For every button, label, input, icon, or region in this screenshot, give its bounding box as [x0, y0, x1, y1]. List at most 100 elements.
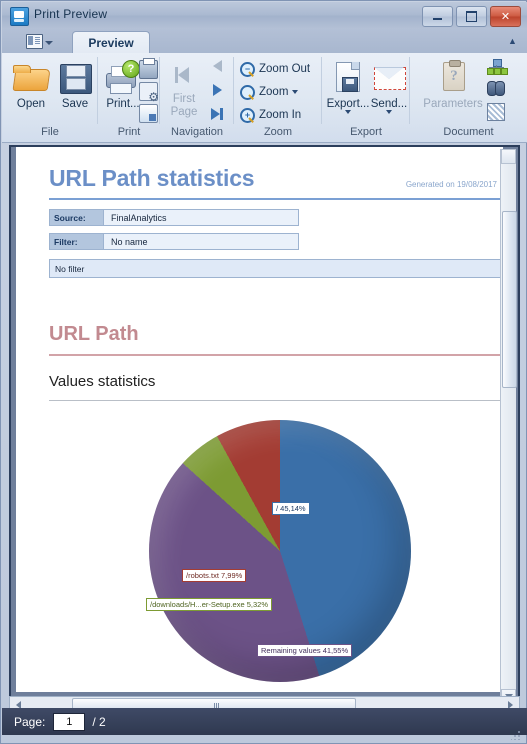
- group-label-zoom: Zoom: [263, 126, 293, 138]
- group-label-document: Document: [443, 126, 494, 138]
- collapse-ribbon-button[interactable]: ▲: [504, 33, 521, 49]
- report-title: URL Path statistics: [49, 165, 255, 191]
- parameters-button[interactable]: Parameters: [423, 57, 483, 123]
- group-label-navigation: Navigation: [171, 126, 223, 138]
- maximize-icon: [466, 11, 477, 22]
- parameters-button-label: Parameters: [423, 98, 483, 110]
- group-label-export: Export: [350, 126, 382, 138]
- open-button[interactable]: Open: [8, 57, 54, 123]
- close-icon: ✕: [500, 10, 511, 23]
- page-label: Page:: [14, 714, 46, 729]
- send-button-label: Send...: [370, 98, 408, 110]
- export-button[interactable]: Export...: [326, 57, 370, 123]
- next-page-icon: [212, 84, 222, 96]
- quick-print-button[interactable]: [136, 58, 158, 79]
- first-page-label-text: First Page: [170, 93, 198, 118]
- page-setup-gear-icon: [139, 82, 159, 104]
- print-button-label: Print...: [106, 98, 140, 110]
- document-map-button[interactable]: [484, 57, 508, 78]
- print-preview-icon: [10, 7, 29, 26]
- pie-label-downloads: /downloads/H...er-Setup.exe 5,32%: [146, 598, 272, 611]
- title-bar: Print Preview ✕: [2, 2, 527, 30]
- open-button-label: Open: [16, 98, 46, 110]
- send-mail-icon: [370, 59, 408, 97]
- ribbon-group-print: ? Print... Print: [98, 53, 160, 142]
- scroll-up-button[interactable]: [501, 149, 516, 164]
- first-page-button[interactable]: [164, 61, 200, 89]
- ribbon-group-navigation: First Page Navigation: [160, 53, 234, 142]
- source-field-label: Source:: [49, 209, 104, 226]
- generated-on-text: Generated on 19/08/2017: [405, 180, 497, 189]
- print-preview-window: Print Preview ✕ Preview ▲ Open Save File…: [0, 0, 527, 744]
- zoom-in-icon: +: [240, 107, 255, 123]
- vertical-scroll-thumb[interactable]: [502, 211, 517, 388]
- watermark-button[interactable]: [484, 101, 506, 122]
- document-page: URL Path statistics Generated on 19/08/2…: [16, 147, 503, 692]
- vertical-scrollbar[interactable]: [500, 149, 517, 704]
- group-label-file: File: [41, 126, 59, 138]
- page-total-label: / 2: [92, 714, 106, 729]
- zoom-out-button[interactable]: − Zoom Out: [240, 59, 310, 79]
- pie-chart: / 45,14% /robots.txt 7,99% /downloads/H.…: [146, 420, 417, 688]
- pie-label-remaining: Remaining values 41,55%: [257, 644, 353, 657]
- minimize-button[interactable]: [422, 6, 453, 27]
- group-label-print: Print: [117, 126, 141, 138]
- pie-label-robots: /robots.txt 7,99%: [182, 569, 247, 582]
- source-field-value: FinalAnalytics: [104, 209, 299, 226]
- zoom-button[interactable]: Zoom: [240, 82, 299, 102]
- zoom-out-label: Zoom Out: [259, 63, 311, 75]
- chevron-down-icon[interactable]: [292, 90, 299, 94]
- window-title: Print Preview: [34, 7, 108, 21]
- title-divider: [49, 198, 503, 200]
- floppy-disk-icon: [56, 59, 94, 97]
- chevron-down-icon[interactable]: [345, 110, 351, 114]
- ribbon-group-file: Open Save File: [2, 53, 98, 142]
- scale-icon: [139, 104, 158, 123]
- subsection-title: Values statistics: [49, 373, 156, 390]
- watermark-icon: [487, 103, 505, 121]
- export-document-icon: [329, 59, 367, 97]
- parameters-clipboard-icon: [434, 59, 472, 97]
- send-button[interactable]: Send...: [368, 57, 410, 123]
- chevron-down-icon[interactable]: [386, 110, 392, 114]
- subsection-divider: [49, 400, 503, 401]
- tab-preview[interactable]: Preview: [72, 31, 150, 53]
- quick-access-toolbar[interactable]: [26, 32, 53, 50]
- zoom-label: Zoom: [259, 86, 289, 98]
- zoom-in-button[interactable]: + Zoom In: [240, 105, 301, 125]
- chevron-down-icon[interactable]: [45, 41, 53, 45]
- open-folder-icon: [12, 59, 50, 97]
- find-binoculars-icon: [487, 81, 505, 96]
- ribbon-group-document: Parameters Document: [410, 53, 527, 142]
- filter-note: No filter: [49, 259, 503, 278]
- minimize-icon: [433, 18, 442, 20]
- scale-button[interactable]: [136, 102, 158, 123]
- zoom-out-icon: −: [240, 61, 255, 77]
- last-page-button[interactable]: [204, 103, 230, 125]
- document-map-icon: [487, 59, 508, 75]
- status-bar: Page: 1 / 2: [2, 708, 527, 735]
- document-layout-icon[interactable]: [26, 33, 43, 49]
- previous-page-button[interactable]: [204, 55, 230, 77]
- filter-field-value: No name: [104, 233, 299, 250]
- next-page-button[interactable]: [204, 79, 230, 101]
- find-button[interactable]: [484, 79, 506, 100]
- close-button[interactable]: ✕: [490, 6, 521, 27]
- pie-chart-slices: [149, 420, 411, 682]
- section-divider: [49, 354, 503, 356]
- page-number-input[interactable]: 1: [53, 712, 86, 731]
- maximize-button[interactable]: [456, 6, 487, 27]
- report-content: URL Path statistics Generated on 19/08/2…: [16, 147, 503, 692]
- export-button-label: Export...: [326, 98, 370, 110]
- document-viewport[interactable]: URL Path statistics Generated on 19/08/2…: [9, 145, 520, 708]
- resize-grip-icon[interactable]: [511, 730, 521, 740]
- zoom-in-label: Zoom In: [259, 109, 302, 121]
- filter-field-label: Filter:: [49, 233, 104, 250]
- last-page-icon: [211, 108, 220, 120]
- page-setup-button[interactable]: [136, 80, 159, 104]
- ribbon-group-export: Export... Send... Export: [322, 53, 410, 142]
- first-page-label: First Page: [162, 93, 206, 119]
- ribbon-tab-strip: Preview ▲: [2, 29, 527, 53]
- quick-print-icon: [139, 58, 158, 79]
- save-button[interactable]: Save: [52, 57, 98, 123]
